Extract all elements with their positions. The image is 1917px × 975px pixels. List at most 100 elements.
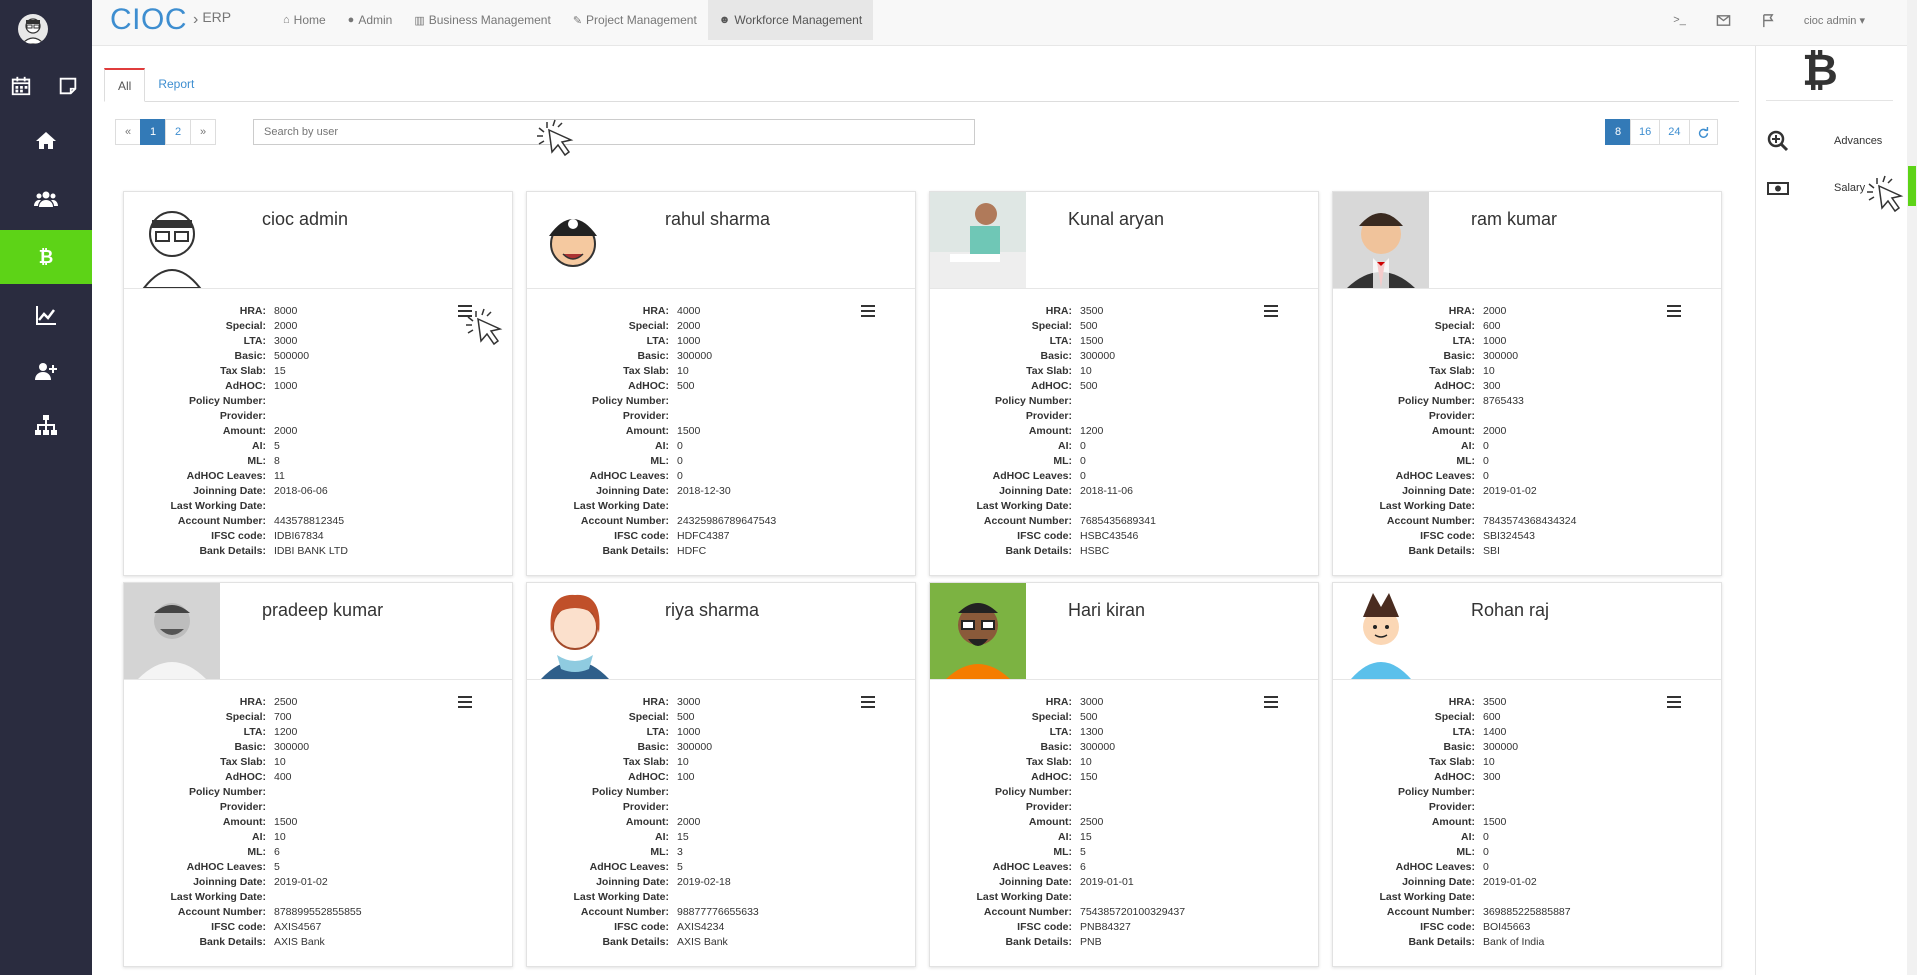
add-user-icon[interactable] <box>0 344 92 398</box>
nav-business-management[interactable]: ▥ Business Management <box>403 0 561 40</box>
flag-icon[interactable] <box>1747 13 1790 28</box>
field-value: 7685435689341 <box>1080 515 1156 527</box>
nav-workforce-management[interactable]: ☻ Workforce Management <box>707 0 874 40</box>
field-value: 0 <box>677 440 683 452</box>
field-row-bank: Bank Details: PNB <box>930 935 1318 950</box>
line-chart-icon[interactable] <box>0 288 92 342</box>
field-row-last: Last Working Date: <box>930 499 1318 514</box>
field-row-last: Last Working Date: <box>930 890 1318 905</box>
field-value: 500 <box>677 380 695 392</box>
refresh-button[interactable] <box>1688 119 1718 145</box>
field-value: 8000 <box>274 305 298 317</box>
user-avatar[interactable] <box>18 14 48 44</box>
field-label: Provider: <box>219 801 266 813</box>
field-label: Last Working Date: <box>1379 500 1475 512</box>
field-label: AI: <box>655 440 669 452</box>
field-value: HDFC <box>677 545 707 557</box>
field-label: Last Working Date: <box>170 500 266 512</box>
field-row-lta: LTA: 3000 <box>124 334 512 349</box>
field-label: Tax Slab: <box>1429 756 1475 768</box>
field-value: 3000 <box>677 696 701 708</box>
employee-card: riya sharma HRA: 3000 Special: 500 LTA: 1000 Ba… <box>526 582 916 967</box>
field-value: 500000 <box>274 350 310 362</box>
pagination-next[interactable]: » <box>190 119 216 145</box>
field-row-adhoc: AdHOC: 500 <box>527 379 915 394</box>
field-label: AI: <box>1058 440 1072 452</box>
envelope-icon[interactable] <box>1700 13 1747 28</box>
field-row-account: Account Number: 7843574368434324 <box>1333 514 1721 529</box>
field-row-special: Special: 500 <box>527 710 915 725</box>
pagination-page-2[interactable]: 2 <box>165 119 191 145</box>
advances-link[interactable]: Advances <box>1766 126 1906 156</box>
field-row-provider: Provider: <box>527 800 915 815</box>
calendar-icon[interactable] <box>3 68 39 104</box>
page-size-16[interactable]: 16 <box>1630 119 1661 145</box>
search-input[interactable] <box>253 119 975 145</box>
employee-photo <box>527 583 623 679</box>
terminal-icon[interactable]: >_ <box>1659 14 1700 26</box>
field-row-policy: Policy Number: <box>930 785 1318 800</box>
nav-home[interactable]: ⌂ Home <box>272 0 337 40</box>
field-row-bank: Bank Details: AXIS Bank <box>527 935 915 950</box>
field-row-lta: LTA: 1000 <box>1333 334 1721 349</box>
field-label: Special: <box>628 320 669 332</box>
field-value: 0 <box>1483 470 1489 482</box>
users-icon[interactable] <box>0 172 92 226</box>
field-row-joining: Joinning Date: 2018-06-06 <box>124 484 512 499</box>
field-label: HRA: <box>642 305 669 317</box>
field-row-account: Account Number: 7685435689341 <box>930 514 1318 529</box>
field-value: 400 <box>274 771 292 783</box>
field-row-hra: HRA: 3000 <box>930 695 1318 710</box>
home-icon[interactable] <box>0 114 92 168</box>
field-value: 10 <box>274 831 286 843</box>
employee-card: pradeep kumar HRA: 2500 Special: 700 LTA: 1200… <box>123 582 513 967</box>
field-row-adhoc: AdHOC: 150 <box>930 770 1318 785</box>
org-chart-icon[interactable] <box>0 398 92 452</box>
tab-all[interactable]: All <box>104 68 146 102</box>
field-value: 2000 <box>274 425 298 437</box>
field-row-tax: Tax Slab: 15 <box>124 364 512 379</box>
field-row-amount: Amount: 1200 <box>930 424 1318 439</box>
field-value: 1500 <box>1483 816 1507 828</box>
field-value: PNB84327 <box>1080 921 1131 933</box>
field-value: 0 <box>677 455 683 467</box>
note-icon[interactable] <box>50 68 86 104</box>
field-row-tax: Tax Slab: 10 <box>930 755 1318 770</box>
brand[interactable]: CIOC › ERP <box>110 0 231 40</box>
field-label: Policy Number: <box>994 395 1072 407</box>
field-row-amount: Amount: 2000 <box>527 815 915 830</box>
nav-admin[interactable]: ● Admin <box>337 0 404 40</box>
field-label: HRA: <box>239 696 266 708</box>
field-value: 1000 <box>274 380 298 392</box>
tab-report[interactable]: Report <box>145 68 207 102</box>
field-row-joining: Joinning Date: 2019-01-01 <box>930 875 1318 890</box>
nav-project-management[interactable]: ✎ Project Management <box>562 0 708 40</box>
page-size-24[interactable]: 24 <box>1659 119 1690 145</box>
field-label: IFSC code: <box>1420 530 1475 542</box>
field-row-special: Special: 700 <box>124 710 512 725</box>
field-row-bank: Bank Details: IDBI BANK LTD <box>124 544 512 559</box>
field-value: 1300 <box>1080 726 1104 738</box>
page-size-8[interactable]: 8 <box>1605 119 1631 145</box>
bitcoin-icon[interactable]: ₿ <box>0 230 92 284</box>
field-value: 10 <box>677 756 689 768</box>
employee-fields: HRA: 3500 Special: 600 LTA: 1400 Basic: 300000 T… <box>1333 695 1721 950</box>
field-label: AI: <box>252 831 266 843</box>
field-row-account: Account Number: 98877776655633 <box>527 905 915 920</box>
user-menu[interactable]: cioc admin ▾ <box>1790 14 1917 27</box>
field-value: 10 <box>274 756 286 768</box>
field-row-bank: Bank Details: AXIS Bank <box>124 935 512 950</box>
field-row-provider: Provider: <box>1333 409 1721 424</box>
pagination-page-1[interactable]: 1 <box>140 119 166 145</box>
field-label: AdHOC Leaves: <box>992 470 1072 482</box>
pagination-prev[interactable]: « <box>115 119 141 145</box>
svg-text:₿: ₿ <box>39 247 54 267</box>
brand-logo[interactable]: CIOC <box>110 3 187 37</box>
field-label: Provider: <box>1025 410 1072 422</box>
field-value: 0 <box>1483 846 1489 858</box>
field-label: Last Working Date: <box>1379 891 1475 903</box>
field-value: 5 <box>677 861 683 873</box>
scrollbar[interactable] <box>1907 0 1917 975</box>
field-row-adhoc-leaves: AdHOC Leaves: 0 <box>527 469 915 484</box>
field-label: Joinning Date: <box>1402 876 1475 888</box>
